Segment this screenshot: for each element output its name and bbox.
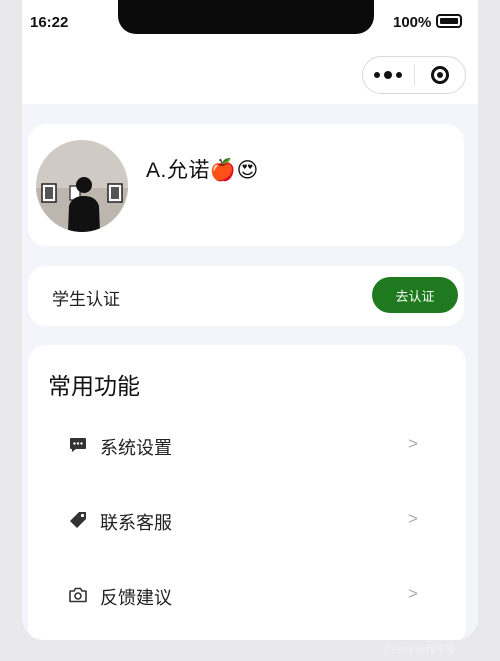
- status-time: 16:22: [30, 14, 69, 31]
- username: A.允诺🍎😍: [146, 159, 259, 182]
- list-item-label: 联系客服: [100, 513, 172, 533]
- watermark: CSDN @程序媛...: [384, 645, 464, 656]
- list-item-contact-support[interactable]: 联系客服 >: [28, 500, 466, 540]
- chevron-right-icon: >: [408, 434, 418, 453]
- status-bar: 16:22 100%: [22, 0, 478, 104]
- mini-program-capsule: [362, 56, 466, 94]
- profile-card[interactable]: A.允诺🍎😍: [28, 124, 464, 246]
- tag-icon: [68, 510, 88, 530]
- battery-icon: [436, 14, 462, 28]
- list-item-feedback[interactable]: 反馈建议 >: [28, 575, 466, 615]
- target-circle-icon[interactable]: [414, 66, 465, 84]
- chevron-right-icon: >: [408, 509, 418, 528]
- list-item-system-settings[interactable]: 系统设置 >: [28, 425, 466, 465]
- chevron-right-icon: >: [408, 584, 418, 603]
- list-item-label: 反馈建议: [100, 588, 172, 608]
- functions-title: 常用功能: [48, 373, 140, 399]
- verification-label: 学生认证: [52, 290, 120, 309]
- student-verification-card: 学生认证 去认证: [28, 266, 464, 326]
- phone-screen: 16:22 100% A.允诺🍎😍 学生认证 去认证 常用功能 系统设置 > 联…: [22, 0, 478, 640]
- list-item-label: 系统设置: [100, 438, 172, 458]
- avatar[interactable]: [36, 140, 128, 232]
- notch: [118, 0, 374, 34]
- verify-button[interactable]: 去认证: [372, 277, 458, 313]
- camera-icon: [68, 585, 88, 605]
- chat-bubble-icon: [68, 435, 88, 455]
- more-dots-icon[interactable]: [363, 71, 414, 79]
- common-functions-card: 常用功能 系统设置 > 联系客服 > 反馈建议 >: [28, 345, 466, 640]
- battery-percent: 100%: [393, 14, 432, 31]
